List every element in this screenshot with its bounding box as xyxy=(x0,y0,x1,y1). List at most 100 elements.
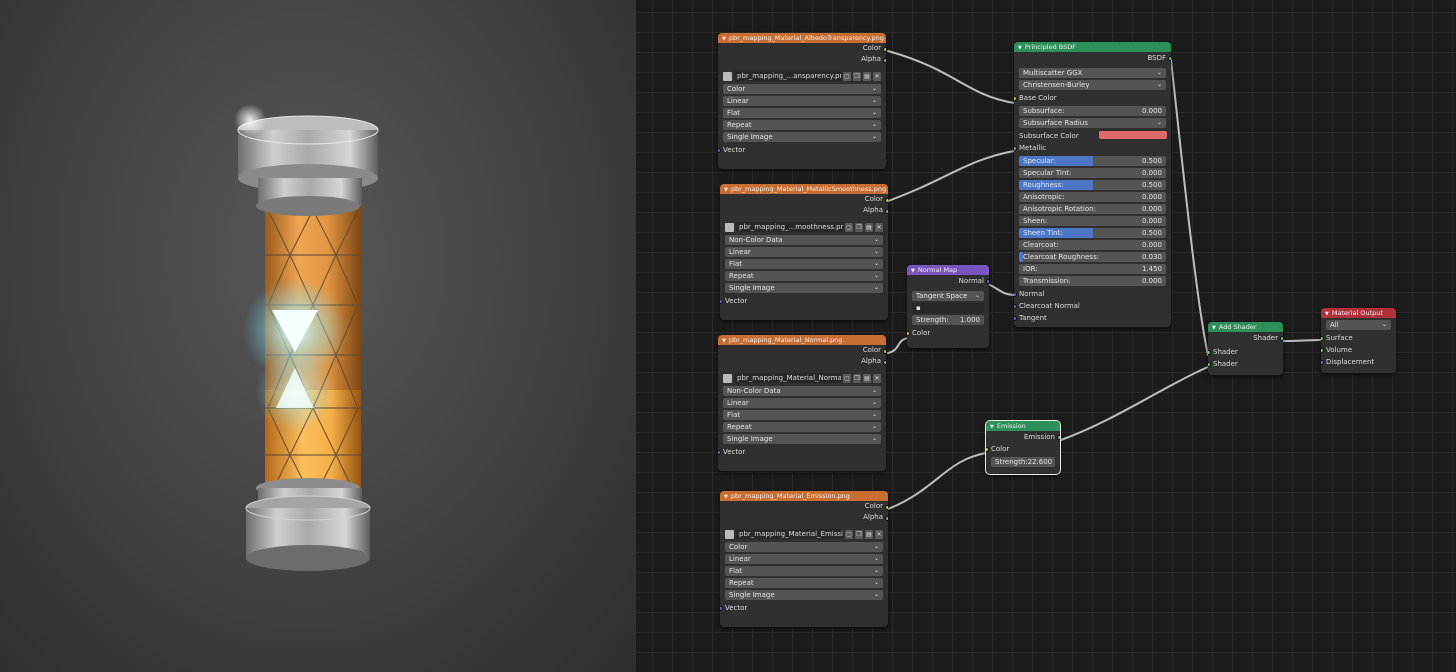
output-socket[interactable] xyxy=(885,208,888,214)
input-socket[interactable] xyxy=(1014,303,1017,309)
open-file-icon[interactable]: ▤ xyxy=(863,373,871,383)
duplicate-icon[interactable]: ❐ xyxy=(853,71,861,81)
node-header[interactable]: ▼ Emission xyxy=(986,421,1060,431)
image-selector[interactable]: pbr_mapping_...moothness.png ▢ ❐ ▤ ✕ xyxy=(725,221,883,233)
texture-option-dropdown[interactable]: Repeat ⌄ xyxy=(723,120,881,130)
input-socket[interactable] xyxy=(718,449,721,455)
texture-option-dropdown[interactable]: Flat ⌄ xyxy=(723,108,881,118)
texture-option-dropdown[interactable]: Single Image ⌄ xyxy=(725,590,883,600)
output-socket[interactable] xyxy=(1168,55,1171,61)
input-socket[interactable] xyxy=(718,147,721,153)
principled-bsdf-node[interactable]: ▼ Principled BSDF BSDF Multiscatter GGX ⌄ … xyxy=(1014,42,1171,327)
texture-option-dropdown[interactable]: Linear ⌄ xyxy=(723,96,881,106)
open-file-icon[interactable]: ▤ xyxy=(863,71,871,81)
collapse-triangle-icon[interactable]: ▼ xyxy=(1018,45,1022,51)
image-browse-icon[interactable] xyxy=(723,373,732,383)
collapse-triangle-icon[interactable]: ▼ xyxy=(1212,325,1216,331)
node-header[interactable]: ▼ pbr_mapping_Material_Normal.png xyxy=(718,335,886,345)
close-icon[interactable]: ✕ xyxy=(875,529,883,539)
input-socket[interactable] xyxy=(1321,347,1324,353)
output-socket[interactable] xyxy=(1280,335,1283,341)
input-socket[interactable] xyxy=(1321,335,1324,341)
output-socket[interactable] xyxy=(1057,434,1060,440)
subsurface-field[interactable]: Subsurface: 0.000 xyxy=(1019,106,1166,116)
input-socket[interactable] xyxy=(1208,349,1211,355)
strength-field[interactable]: Strength: 1.000 xyxy=(912,315,984,325)
texture-option-dropdown[interactable]: Single Image ⌄ xyxy=(725,283,883,293)
bsdf-slider[interactable]: Sheen: 0.000 xyxy=(1019,216,1166,226)
texture-option-dropdown[interactable]: Flat ⌄ xyxy=(725,259,883,269)
image-texture-node-metallic[interactable]: ▼ pbr_mapping_Material_MetallicSmoothness… xyxy=(720,184,888,320)
image-selector[interactable]: pbr_mapping_...ansparency.png ▢ ❐ ▤ ✕ xyxy=(723,70,881,82)
texture-option-dropdown[interactable]: Flat ⌄ xyxy=(723,410,881,420)
collapse-triangle-icon[interactable]: ▼ xyxy=(724,494,728,500)
output-socket[interactable] xyxy=(883,46,886,52)
collapse-triangle-icon[interactable]: ▼ xyxy=(722,338,726,344)
bsdf-slider[interactable]: Anisotropic: 0.000 xyxy=(1019,192,1166,202)
bsdf-slider[interactable]: Roughness: 0.500 xyxy=(1019,180,1166,190)
image-name-field[interactable]: pbr_mapping_...moothness.png xyxy=(736,222,843,232)
uv-map-field[interactable]: ▪ xyxy=(912,303,984,313)
fake-user-icon[interactable]: ▢ xyxy=(845,222,853,232)
image-texture-node-normal[interactable]: ▼ pbr_mapping_Material_Normal.png Color A… xyxy=(718,335,886,471)
node-header[interactable]: ▼ pbr_mapping_Material_AlbedoTransparency… xyxy=(718,33,886,43)
image-browse-icon[interactable] xyxy=(725,529,734,539)
subsurface-radius-dropdown[interactable]: Subsurface Radius ⌄ xyxy=(1019,118,1166,128)
bsdf-slider[interactable]: Transmission: 0.000 xyxy=(1019,276,1166,286)
fake-user-icon[interactable]: ▢ xyxy=(843,71,851,81)
bsdf-slider[interactable]: Specular: 0.500 xyxy=(1019,156,1166,166)
subsurface-color-swatch[interactable] xyxy=(1099,131,1167,139)
input-socket[interactable] xyxy=(1014,315,1017,321)
bsdf-slider[interactable]: Clearcoat Roughness: 0.030 xyxy=(1019,252,1166,262)
input-socket[interactable] xyxy=(720,605,723,611)
bsdf-slider[interactable]: IOR: 1.450 xyxy=(1019,264,1166,274)
input-socket[interactable] xyxy=(1014,291,1017,297)
image-browse-icon[interactable] xyxy=(723,71,732,81)
output-socket[interactable] xyxy=(885,197,888,203)
3d-viewport[interactable] xyxy=(0,0,636,672)
node-header[interactable]: ▼ Normal Map xyxy=(907,265,989,275)
input-socket[interactable] xyxy=(907,330,910,336)
image-texture-node-emission[interactable]: ▼ pbr_mapping_Material_Emission.png Color… xyxy=(720,491,888,627)
node-header[interactable]: ▼ Material Output xyxy=(1321,308,1396,318)
node-header[interactable]: ▼ Add Shader xyxy=(1208,322,1283,332)
image-selector[interactable]: pbr_mapping_Material_Emissio... ▢ ❐ ▤ ✕ xyxy=(725,528,883,540)
image-name-field[interactable]: pbr_mapping_Material_Emissio... xyxy=(736,529,843,539)
texture-option-dropdown[interactable]: Linear ⌄ xyxy=(725,247,883,257)
fake-user-icon[interactable]: ▢ xyxy=(843,373,851,383)
collapse-triangle-icon[interactable]: ▼ xyxy=(724,187,728,193)
target-dropdown[interactable]: All ⌄ xyxy=(1326,320,1391,330)
texture-option-dropdown[interactable]: Repeat ⌄ xyxy=(725,578,883,588)
bsdf-slider[interactable]: Specular Tint: 0.000 xyxy=(1019,168,1166,178)
output-socket[interactable] xyxy=(883,359,886,365)
emission-node[interactable]: ▼ Emission Emission Color Strength:22.600 xyxy=(985,420,1061,475)
texture-option-dropdown[interactable]: Linear ⌄ xyxy=(725,554,883,564)
output-socket[interactable] xyxy=(885,504,888,510)
distribution-dropdown[interactable]: Multiscatter GGX ⌄ xyxy=(1019,68,1166,78)
image-browse-icon[interactable] xyxy=(725,222,734,232)
texture-option-dropdown[interactable]: Linear ⌄ xyxy=(723,398,881,408)
duplicate-icon[interactable]: ❐ xyxy=(855,529,863,539)
bsdf-slider[interactable]: Sheen Tint: 0.500 xyxy=(1019,228,1166,238)
texture-option-dropdown[interactable]: Repeat ⌄ xyxy=(725,271,883,281)
texture-option-dropdown[interactable]: Single Image ⌄ xyxy=(723,434,881,444)
texture-option-dropdown[interactable]: Flat ⌄ xyxy=(725,566,883,576)
open-file-icon[interactable]: ▤ xyxy=(865,529,873,539)
node-header[interactable]: ▼ Principled BSDF xyxy=(1014,42,1171,52)
material-output-node[interactable]: ▼ Material Output All ⌄ Surface Volume Dis… xyxy=(1321,308,1396,373)
subsurface-method-dropdown[interactable]: Christensen-Burley ⌄ xyxy=(1019,80,1166,90)
close-icon[interactable]: ✕ xyxy=(873,71,881,81)
image-selector[interactable]: pbr_mapping_Material_Normal... ▢ ❐ ▤ ✕ xyxy=(723,372,881,384)
input-socket[interactable] xyxy=(1014,95,1017,101)
input-socket[interactable] xyxy=(1014,145,1017,151)
open-file-icon[interactable]: ▤ xyxy=(865,222,873,232)
space-dropdown[interactable]: Tangent Space ⌄ xyxy=(912,291,984,301)
output-socket[interactable] xyxy=(883,57,886,63)
input-socket[interactable] xyxy=(1321,359,1324,365)
collapse-triangle-icon[interactable]: ▼ xyxy=(990,424,994,430)
close-icon[interactable]: ✕ xyxy=(873,373,881,383)
collapse-triangle-icon[interactable]: ▼ xyxy=(911,268,915,274)
image-texture-node-albedo[interactable]: ▼ pbr_mapping_Material_AlbedoTransparency… xyxy=(718,33,886,169)
close-icon[interactable]: ✕ xyxy=(875,222,883,232)
image-name-field[interactable]: pbr_mapping_...ansparency.png xyxy=(734,71,841,81)
